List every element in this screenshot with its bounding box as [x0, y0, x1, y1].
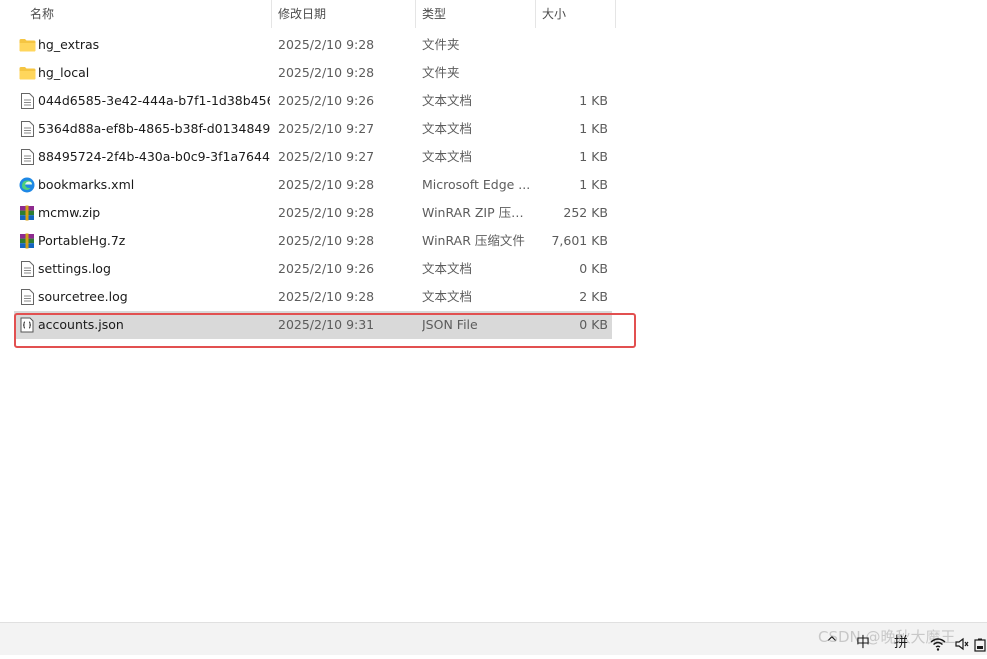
file-type: 文本文档	[422, 93, 473, 108]
file-row[interactable]: PortableHg.7z 2025/2/10 9:28 WinRAR 压缩文件…	[14, 227, 612, 255]
file-size: 1 KB	[579, 149, 608, 164]
ime-mode-indicator[interactable]: 中	[856, 632, 870, 654]
file-size	[534, 59, 608, 87]
file-type: WinRAR ZIP 压缩...	[422, 205, 534, 220]
file-name: bookmarks.xml	[38, 177, 135, 192]
file-size: 0 KB	[579, 261, 608, 276]
file-row[interactable]: sourcetree.log 2025/2/10 9:28 文本文档 2 KB	[14, 283, 612, 311]
column-header: 名称 ^ 修改日期 类型 大小	[0, 0, 987, 28]
json-file-icon	[18, 311, 36, 339]
file-name: 88495724-2f4b-430a-b0c9-3f1a7644...	[38, 149, 270, 164]
winrar-icon	[18, 199, 36, 227]
file-size	[534, 31, 608, 59]
tray-chevron-up-icon[interactable]: ^	[826, 632, 838, 654]
file-size: 2 KB	[579, 289, 608, 304]
file-size: 0 KB	[579, 317, 608, 332]
file-date: 2025/2/10 9:26	[278, 261, 375, 276]
file-type: Microsoft Edge ...	[422, 177, 531, 192]
text-file-icon	[18, 283, 36, 311]
file-date: 2025/2/10 9:28	[278, 289, 375, 304]
file-type: 文件夹	[422, 65, 460, 80]
column-header-size[interactable]: 大小	[536, 0, 616, 28]
text-file-icon	[18, 115, 36, 143]
file-size: 252 KB	[563, 205, 608, 220]
file-date: 2025/2/10 9:31	[278, 317, 375, 332]
text-file-icon	[18, 87, 36, 115]
file-date: 2025/2/10 9:28	[278, 233, 375, 248]
file-name: PortableHg.7z	[38, 233, 126, 248]
file-type: 文本文档	[422, 149, 473, 164]
column-header-date-label: 修改日期	[278, 7, 327, 21]
file-date: 2025/2/10 9:27	[278, 149, 375, 164]
battery-icon[interactable]	[974, 637, 986, 659]
file-row[interactable]: settings.log 2025/2/10 9:26 文本文档 0 KB	[14, 255, 612, 283]
folder-icon	[18, 31, 36, 59]
file-type: WinRAR 压缩文件	[422, 233, 525, 248]
text-file-icon	[18, 143, 36, 171]
file-row[interactable]: mcmw.zip 2025/2/10 9:28 WinRAR ZIP 压缩...…	[14, 199, 612, 227]
file-row-selected[interactable]: accounts.json 2025/2/10 9:31 JSON File 0…	[14, 311, 612, 339]
file-date: 2025/2/10 9:26	[278, 93, 375, 108]
file-name: hg_extras	[38, 37, 100, 52]
file-list: hg_extras 2025/2/10 9:28 文件夹 hg_local 20…	[14, 31, 612, 339]
file-date: 2025/2/10 9:28	[278, 65, 375, 80]
file-row[interactable]: 5364d88a-ef8b-4865-b38f-d0134849... 2025…	[14, 115, 612, 143]
file-name: hg_local	[38, 65, 90, 80]
wifi-icon[interactable]	[930, 636, 946, 658]
file-name: 5364d88a-ef8b-4865-b38f-d0134849...	[38, 121, 270, 136]
file-name: settings.log	[38, 261, 111, 276]
text-file-icon	[18, 255, 36, 283]
folder-icon	[18, 59, 36, 87]
file-name: sourcetree.log	[38, 289, 128, 304]
file-row[interactable]: 044d6585-3e42-444a-b7f1-1d38b456... 2025…	[14, 87, 612, 115]
file-row[interactable]: 88495724-2f4b-430a-b0c9-3f1a7644... 2025…	[14, 143, 612, 171]
file-type: 文本文档	[422, 261, 473, 276]
file-size: 7,601 KB	[551, 233, 608, 248]
file-row[interactable]: hg_extras 2025/2/10 9:28 文件夹	[14, 31, 612, 59]
file-date: 2025/2/10 9:28	[278, 205, 375, 220]
column-header-type[interactable]: 类型	[416, 0, 536, 28]
file-name: mcmw.zip	[38, 205, 101, 220]
column-header-name-label: 名称	[30, 7, 55, 21]
file-type: 文本文档	[422, 289, 473, 304]
file-date: 2025/2/10 9:27	[278, 121, 375, 136]
file-date: 2025/2/10 9:28	[278, 177, 375, 192]
column-header-date[interactable]: 修改日期	[272, 0, 416, 28]
volume-icon[interactable]	[955, 636, 969, 658]
file-size: 1 KB	[579, 93, 608, 108]
file-type: 文本文档	[422, 121, 473, 136]
file-row[interactable]: bookmarks.xml 2025/2/10 9:28 Microsoft E…	[14, 171, 612, 199]
column-header-size-label: 大小	[542, 7, 567, 21]
column-header-type-label: 类型	[422, 7, 447, 21]
winrar-icon	[18, 227, 36, 255]
ime-layout-indicator[interactable]: 拼	[894, 632, 908, 654]
file-size: 1 KB	[579, 177, 608, 192]
edge-icon	[18, 171, 36, 199]
file-row[interactable]: hg_local 2025/2/10 9:28 文件夹	[14, 59, 612, 87]
file-type: JSON File	[422, 317, 478, 332]
column-header-name[interactable]: 名称	[0, 0, 272, 28]
file-name: 044d6585-3e42-444a-b7f1-1d38b456...	[38, 93, 270, 108]
file-size: 1 KB	[579, 121, 608, 136]
file-name: accounts.json	[38, 317, 124, 332]
file-date: 2025/2/10 9:28	[278, 37, 375, 52]
sort-ascending-icon: ^	[142, 0, 150, 5]
file-type: 文件夹	[422, 37, 460, 52]
